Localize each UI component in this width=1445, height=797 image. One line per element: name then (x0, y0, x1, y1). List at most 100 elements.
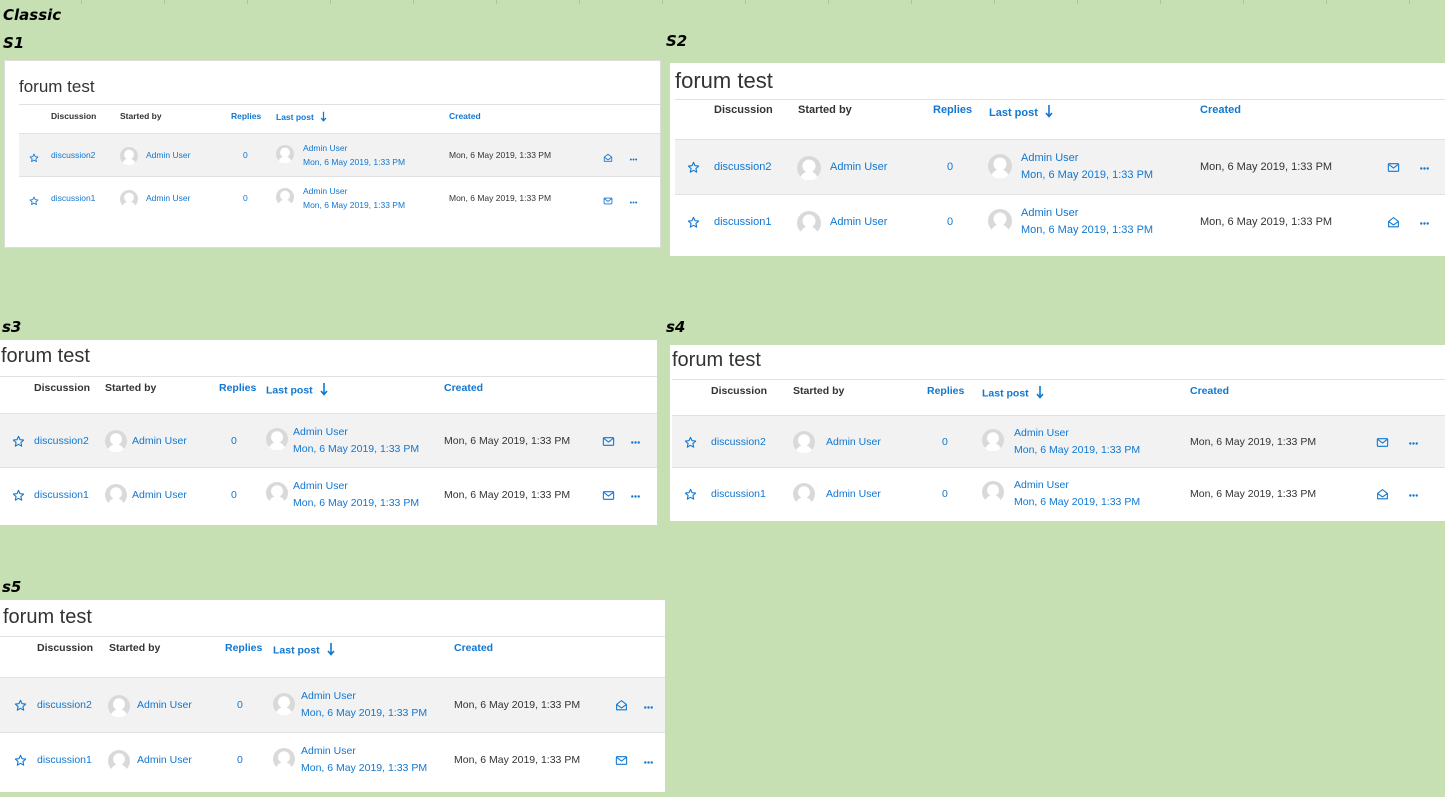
star-outline-icon[interactable] (29, 150, 39, 168)
envelope-icon[interactable] (1376, 436, 1389, 454)
ellipsis-icon[interactable] (1408, 488, 1419, 506)
default-avatar-icon (793, 431, 815, 458)
column-header-replies[interactable]: Replies (219, 382, 256, 395)
star-outline-icon[interactable] (687, 216, 700, 234)
replies-count[interactable]: 0 (947, 216, 953, 229)
last-post-date[interactable]: Mon, 6 May 2019, 1:33 PM (1021, 224, 1153, 237)
discussion-link[interactable]: discussion1 (51, 193, 95, 203)
ellipsis-icon[interactable] (1408, 436, 1419, 454)
last-post-date[interactable]: Mon, 6 May 2019, 1:33 PM (1014, 444, 1140, 457)
last-post-author[interactable]: Admin User (293, 480, 348, 493)
column-header-last-post[interactable]: Last post (273, 642, 338, 660)
column-header-created[interactable]: Created (449, 111, 481, 121)
star-outline-icon[interactable] (14, 699, 27, 717)
discussion-link[interactable]: discussion1 (37, 754, 92, 767)
ellipsis-icon[interactable] (1419, 161, 1430, 179)
discussion-link[interactable]: discussion2 (51, 150, 95, 160)
page-title: forum test (3, 606, 92, 628)
last-post-author[interactable]: Admin User (293, 426, 348, 439)
last-post-author[interactable]: Admin User (301, 745, 356, 758)
envelope-open-icon[interactable] (615, 699, 628, 717)
discussion-link[interactable]: discussion2 (714, 161, 771, 174)
column-header-last-post[interactable]: Last post (266, 382, 331, 400)
last-post-author[interactable]: Admin User (1021, 152, 1078, 165)
author-link[interactable]: Admin User (132, 489, 187, 502)
last-post-date[interactable]: Mon, 6 May 2019, 1:33 PM (303, 200, 405, 210)
replies-count[interactable]: 0 (231, 489, 237, 502)
author-link[interactable]: Admin User (137, 754, 192, 767)
last-post-date[interactable]: Mon, 6 May 2019, 1:33 PM (303, 157, 405, 167)
star-outline-icon[interactable] (12, 489, 25, 507)
envelope-icon[interactable] (603, 193, 613, 211)
last-post-date[interactable]: Mon, 6 May 2019, 1:33 PM (301, 707, 427, 720)
last-post-date[interactable]: Mon, 6 May 2019, 1:33 PM (1014, 496, 1140, 509)
last-post-date[interactable]: Mon, 6 May 2019, 1:33 PM (293, 443, 419, 456)
star-outline-icon[interactable] (12, 435, 25, 453)
discussion-link[interactable]: discussion1 (711, 488, 766, 501)
column-header-last-post[interactable]: Last post (982, 385, 1047, 403)
star-outline-icon[interactable] (29, 193, 39, 211)
ellipsis-icon[interactable] (629, 194, 638, 212)
discussion-link[interactable]: discussion1 (34, 489, 89, 502)
replies-count[interactable]: 0 (942, 488, 948, 501)
ellipsis-icon[interactable] (1419, 216, 1430, 234)
column-header-created[interactable]: Created (1190, 385, 1229, 398)
author-link[interactable]: Admin User (146, 150, 190, 160)
author-link[interactable]: Admin User (826, 436, 881, 449)
last-post-date[interactable]: Mon, 6 May 2019, 1:33 PM (1021, 169, 1153, 182)
discussion-link[interactable]: discussion2 (34, 435, 89, 448)
column-header-replies[interactable]: Replies (933, 104, 972, 117)
last-post-author[interactable]: Admin User (303, 143, 347, 153)
envelope-icon[interactable] (602, 489, 615, 507)
discussion-link[interactable]: discussion1 (714, 216, 771, 229)
star-outline-icon[interactable] (684, 488, 697, 506)
replies-count[interactable]: 0 (231, 435, 237, 448)
envelope-open-icon[interactable] (603, 150, 613, 168)
author-link[interactable]: Admin User (830, 216, 887, 229)
replies-count[interactable]: 0 (237, 754, 243, 767)
envelope-open-icon[interactable] (1376, 488, 1389, 506)
last-post-author[interactable]: Admin User (1014, 479, 1069, 492)
star-outline-icon[interactable] (687, 161, 700, 179)
discussion-row: discussion1 Admin User 0 Admin User Mon, 6 M… (0, 467, 657, 521)
last-post-author[interactable]: Admin User (1014, 427, 1069, 440)
column-header-discussion: Discussion (51, 111, 96, 121)
replies-count[interactable]: 0 (243, 193, 248, 203)
star-outline-icon[interactable] (684, 436, 697, 454)
star-outline-icon[interactable] (14, 754, 27, 772)
last-post-author[interactable]: Admin User (303, 186, 347, 196)
envelope-icon[interactable] (615, 754, 628, 772)
ellipsis-icon[interactable] (629, 151, 638, 169)
ellipsis-icon[interactable] (643, 700, 654, 718)
last-post-date[interactable]: Mon, 6 May 2019, 1:33 PM (301, 762, 427, 775)
envelope-open-icon[interactable] (1387, 216, 1400, 234)
column-header-created[interactable]: Created (444, 382, 483, 395)
envelope-icon[interactable] (602, 435, 615, 453)
author-link[interactable]: Admin User (132, 435, 187, 448)
author-link[interactable]: Admin User (826, 488, 881, 501)
column-header-created[interactable]: Created (1200, 104, 1241, 117)
ellipsis-icon[interactable] (643, 755, 654, 773)
last-post-author[interactable]: Admin User (1021, 207, 1078, 220)
column-header-replies[interactable]: Replies (927, 385, 964, 398)
author-link[interactable]: Admin User (137, 699, 192, 712)
column-header-replies[interactable]: Replies (225, 642, 262, 655)
ellipsis-icon[interactable] (630, 435, 641, 453)
replies-count[interactable]: 0 (947, 161, 953, 174)
column-header-last-post[interactable]: Last post (989, 104, 1056, 122)
author-link[interactable]: Admin User (830, 161, 887, 174)
ellipsis-icon[interactable] (630, 489, 641, 507)
replies-count[interactable]: 0 (243, 150, 248, 160)
replies-count[interactable]: 0 (942, 436, 948, 449)
author-link[interactable]: Admin User (146, 193, 190, 203)
column-header-created[interactable]: Created (454, 642, 493, 655)
replies-count[interactable]: 0 (237, 699, 243, 712)
discussion-link[interactable]: discussion2 (711, 436, 766, 449)
last-post-date[interactable]: Mon, 6 May 2019, 1:33 PM (293, 497, 419, 510)
column-header-replies[interactable]: Replies (231, 111, 261, 121)
envelope-icon[interactable] (1387, 161, 1400, 179)
column-header-last-post[interactable]: Last post (276, 111, 329, 124)
last-post-author[interactable]: Admin User (301, 690, 356, 703)
discussion-link[interactable]: discussion2 (37, 699, 92, 712)
forum-panel: forum test Discussion Started by Replies Las… (670, 345, 1445, 521)
